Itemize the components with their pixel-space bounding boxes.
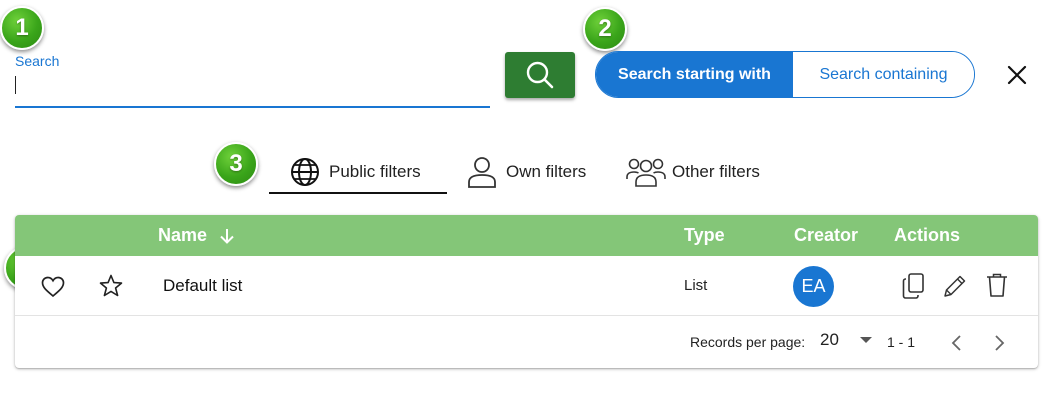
callout-badge-1: 1 <box>0 6 44 50</box>
column-header-creator[interactable]: Creator <box>794 215 858 256</box>
tab-own-filters-label: Own filters <box>506 162 587 181</box>
heart-icon[interactable] <box>40 274 66 300</box>
page-range: 1 - 1 <box>887 334 916 350</box>
column-header-actions: Actions <box>894 225 961 245</box>
star-icon[interactable] <box>98 273 124 299</box>
tab-other-filters-label: Other filters <box>672 162 760 181</box>
records-per-page-select[interactable]: 20 <box>820 330 873 350</box>
table-row[interactable]: Default list List EA <box>15 256 1038 316</box>
group-icon <box>626 158 666 187</box>
delete-trash-icon[interactable] <box>984 271 1010 299</box>
close-button[interactable] <box>1003 61 1031 89</box>
row-type: List <box>684 277 708 294</box>
previous-page-icon[interactable] <box>947 333 967 353</box>
close-icon <box>1007 65 1027 85</box>
edit-pencil-icon[interactable] <box>941 272 969 300</box>
search-button[interactable] <box>505 52 575 98</box>
search-icon <box>526 61 554 89</box>
tab-public-filters[interactable]: Public filters <box>269 150 447 194</box>
search-mode-toggle: Search starting with Search containing <box>595 51 975 98</box>
search-starting-with-button[interactable]: Search starting with <box>596 52 793 97</box>
search-input[interactable] <box>15 72 490 108</box>
tab-other-filters[interactable]: Other filters <box>626 150 760 194</box>
callout-badge-3: 3 <box>214 142 258 186</box>
table-footer: Records per page: 20 1 - 1 <box>15 317 1038 368</box>
globe-icon <box>291 158 319 186</box>
dropdown-arrow-icon <box>859 337 872 343</box>
table-header: Name Type Creator Actions <box>15 215 1038 256</box>
records-per-page-value: 20 <box>820 330 839 349</box>
tab-own-filters[interactable]: Own filters <box>466 150 586 194</box>
creator-avatar: EA <box>793 266 834 307</box>
tab-public-filters-label: Public filters <box>329 162 421 181</box>
column-header-type[interactable]: Type <box>684 215 725 256</box>
text-caret <box>15 76 16 94</box>
search-label: Search <box>15 53 60 69</box>
sort-arrow-down-icon[interactable] <box>217 226 237 246</box>
callout-badge-2: 2 <box>583 7 627 51</box>
row-name: Default list <box>163 276 243 295</box>
next-page-icon[interactable] <box>989 333 1009 353</box>
person-icon <box>468 157 496 188</box>
filters-table: Name Type Creator Actions Default list L… <box>15 215 1038 368</box>
column-header-name[interactable]: Name <box>158 215 237 256</box>
column-header-name-label: Name <box>158 225 208 245</box>
copy-icon[interactable] <box>901 272 927 300</box>
records-per-page-label: Records per page: <box>690 334 806 350</box>
search-containing-button[interactable]: Search containing <box>793 52 974 97</box>
